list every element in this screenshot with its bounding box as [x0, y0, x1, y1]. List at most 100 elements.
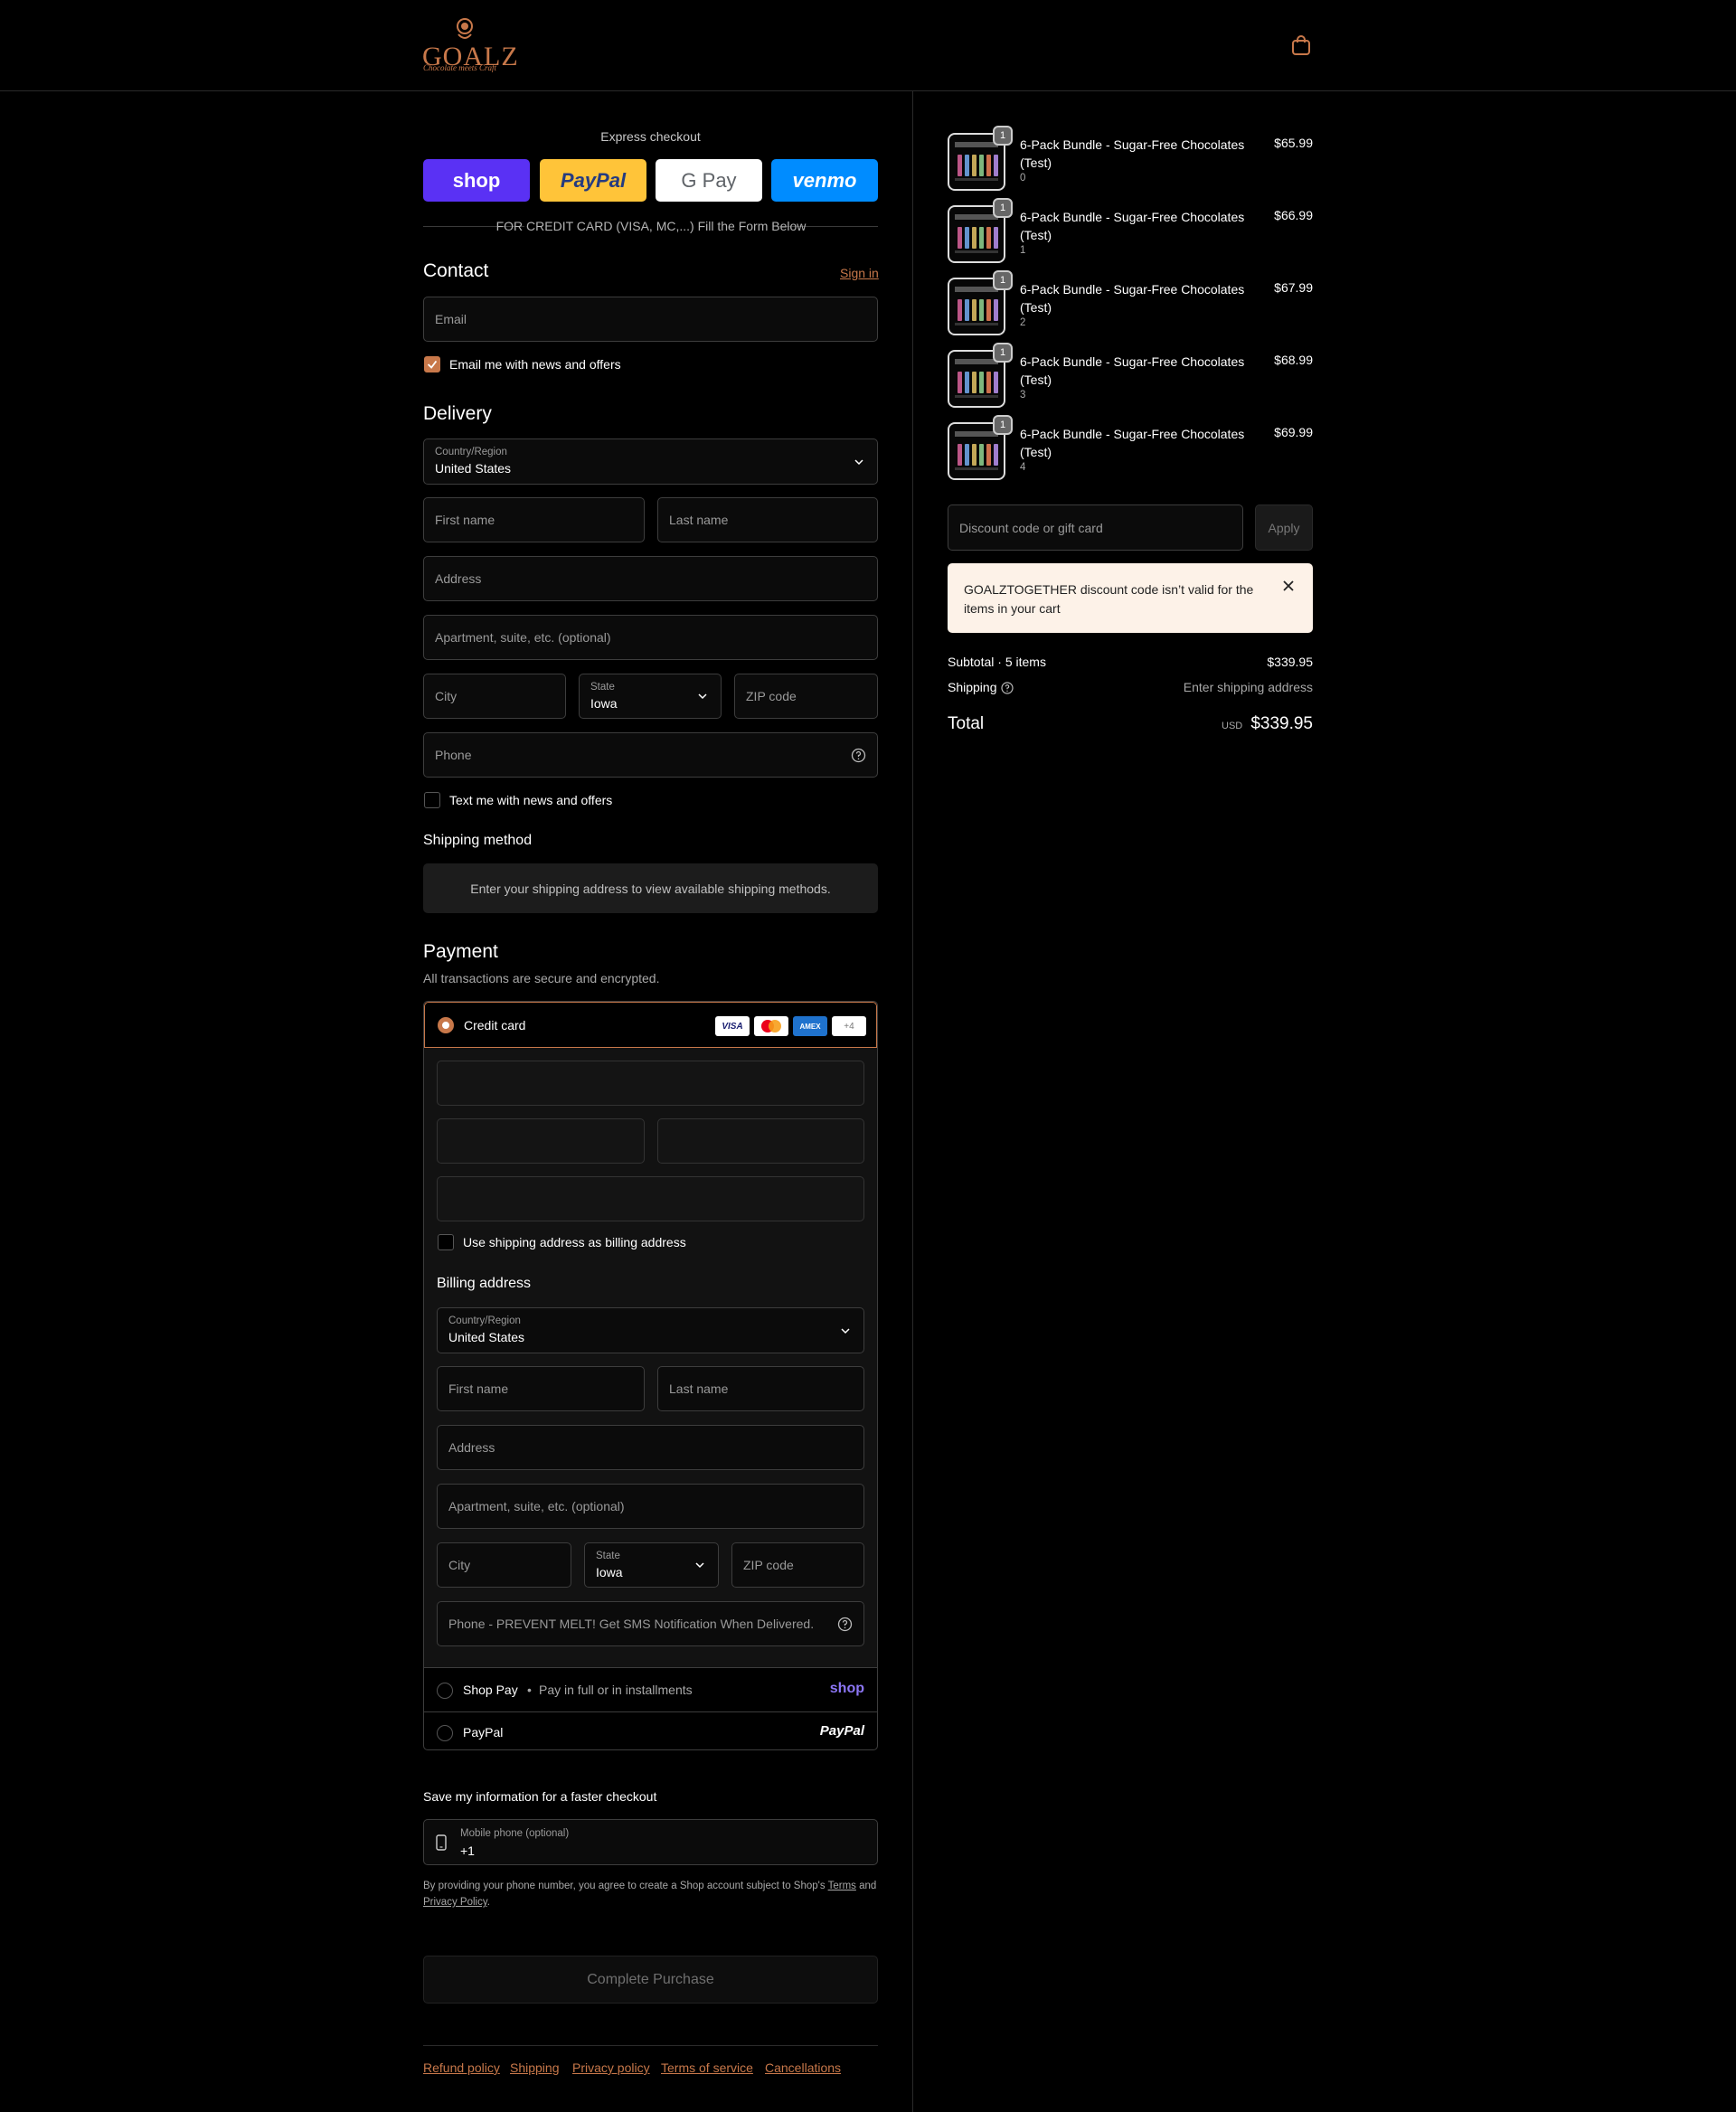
- terms-link[interactable]: Terms: [828, 1881, 856, 1891]
- email-field[interactable]: Email: [423, 297, 878, 342]
- sign-in-link[interactable]: Sign in: [840, 266, 879, 280]
- country-value: United States: [435, 461, 512, 476]
- item-price: $65.99: [1274, 136, 1313, 150]
- chevron-down-icon: [698, 693, 707, 700]
- billing-city-placeholder: City: [448, 1558, 471, 1572]
- billing-first-name-field[interactable]: First name: [437, 1366, 645, 1411]
- mobile-phone-label: Mobile phone (optional): [460, 1828, 570, 1839]
- subtotal-label: Subtotal · 5 items: [948, 655, 1046, 669]
- billing-zip-field[interactable]: ZIP code: [731, 1542, 864, 1588]
- item-name: 6-Pack Bundle - Sugar-Free Chocolates (T…: [1020, 282, 1245, 315]
- help-circle-icon[interactable]: [851, 748, 866, 763]
- credit-card-radio[interactable]: [438, 1017, 454, 1033]
- checkmark-icon: [427, 360, 438, 369]
- shop-pay-logo: shop: [452, 168, 501, 192]
- discount-error-text: GOALZTOGETHER discount code isn’t valid …: [964, 582, 1254, 616]
- billing-phone-placeholder: Phone - PREVENT MELT! Get SMS Notificati…: [448, 1617, 815, 1631]
- more-cards-badge: +4: [832, 1016, 866, 1036]
- quantity-badge: 1: [993, 415, 1013, 435]
- apartment-field[interactable]: Apartment, suite, etc. (optional): [423, 615, 878, 660]
- item-variant: 3: [1020, 390, 1026, 401]
- cart-item: 1 6-Pack Bundle - Sugar-Free Chocolates …: [948, 270, 1313, 341]
- shop-pay-express-button[interactable]: shop: [423, 159, 530, 202]
- mobile-phone-icon: [436, 1834, 447, 1851]
- logo-tagline: Chocolate meets Craft: [423, 63, 496, 72]
- help-circle-icon[interactable]: [1001, 682, 1014, 694]
- quantity-badge: 1: [993, 270, 1013, 290]
- shop-pay-radio[interactable]: [437, 1683, 453, 1699]
- state-value: Iowa: [590, 696, 618, 711]
- card-number-field[interactable]: [437, 1061, 864, 1106]
- text-news-checkbox[interactable]: [424, 792, 440, 808]
- cart-item: 1 6-Pack Bundle - Sugar-Free Chocolates …: [948, 415, 1313, 486]
- google-pay-express-button[interactable]: G Pay: [656, 159, 762, 202]
- billing-country-select[interactable]: Country/Region United States: [437, 1307, 864, 1353]
- billing-address-placeholder: Address: [448, 1440, 495, 1455]
- mastercard-logo: [761, 1020, 781, 1032]
- billing-phone-field[interactable]: Phone - PREVENT MELT! Get SMS Notificati…: [437, 1601, 864, 1646]
- chevron-down-icon: [854, 458, 863, 465]
- card-expiry-field[interactable]: [437, 1118, 645, 1164]
- billing-city-field[interactable]: City: [437, 1542, 571, 1588]
- shopping-bag-icon[interactable]: [1291, 34, 1311, 56]
- privacy-policy-link[interactable]: Privacy Policy: [423, 1897, 487, 1908]
- email-news-label: Email me with news and offers: [449, 357, 621, 372]
- billing-state-select[interactable]: State Iowa: [584, 1542, 719, 1588]
- use-shipping-checkbox[interactable]: [438, 1234, 454, 1250]
- shipping-policy-link[interactable]: Shipping: [510, 2060, 560, 2075]
- quantity-badge: 1: [993, 198, 1013, 218]
- subtotal-value: $339.95: [1267, 655, 1313, 669]
- terms-of-service-link[interactable]: Terms of service: [661, 2060, 753, 2075]
- credit-card-option[interactable]: Credit card VISA AMEX +4: [424, 1002, 877, 1048]
- state-select[interactable]: State Iowa: [579, 674, 722, 719]
- first-name-placeholder: First name: [435, 513, 495, 527]
- billing-country-label: Country/Region: [448, 1315, 521, 1326]
- last-name-field[interactable]: Last name: [657, 497, 878, 542]
- city-field[interactable]: City: [423, 674, 566, 719]
- billing-last-name-placeholder: Last name: [669, 1381, 729, 1396]
- address-field[interactable]: Address: [423, 556, 878, 601]
- email-news-checkbox[interactable]: [424, 356, 440, 372]
- paypal-option[interactable]: PayPal PayPal: [424, 1712, 877, 1749]
- card-cvv-field[interactable]: [657, 1118, 864, 1164]
- country-select[interactable]: Country/Region United States: [423, 438, 878, 485]
- column-divider: [912, 91, 913, 2112]
- item-name: 6-Pack Bundle - Sugar-Free Chocolates (T…: [1020, 427, 1245, 459]
- payment-methods: Credit card VISA AMEX +4 Use shipping ad…: [423, 1001, 878, 1750]
- billing-last-name-field[interactable]: Last name: [657, 1366, 864, 1411]
- bullet-separator: •: [527, 1683, 532, 1697]
- email-placeholder: Email: [435, 312, 467, 326]
- cancellations-link[interactable]: Cancellations: [765, 2060, 841, 2075]
- mobile-phone-field[interactable]: Mobile phone (optional) +1: [423, 1819, 878, 1865]
- billing-apartment-field[interactable]: Apartment, suite, etc. (optional): [437, 1484, 864, 1529]
- card-name-field[interactable]: [437, 1176, 864, 1221]
- country-label: Country/Region: [435, 447, 507, 457]
- item-price: $69.99: [1274, 425, 1313, 439]
- zip-field[interactable]: ZIP code: [734, 674, 878, 719]
- discount-placeholder: Discount code or gift card: [959, 520, 1103, 535]
- paypal-express-button[interactable]: PayPal: [540, 159, 646, 202]
- item-name: 6-Pack Bundle - Sugar-Free Chocolates (T…: [1020, 210, 1245, 242]
- first-name-field[interactable]: First name: [423, 497, 645, 542]
- complete-purchase-button[interactable]: Complete Purchase: [423, 1956, 878, 2004]
- help-circle-icon[interactable]: [837, 1617, 853, 1632]
- item-variant: 2: [1020, 317, 1026, 328]
- delivery-heading: Delivery: [423, 403, 492, 424]
- mobile-phone-value: +1: [460, 1843, 475, 1858]
- discount-code-field[interactable]: Discount code or gift card: [948, 504, 1243, 551]
- text-news-label: Text me with news and offers: [449, 793, 613, 807]
- apply-discount-button[interactable]: Apply: [1255, 504, 1313, 551]
- total-label: Total: [948, 714, 985, 733]
- refund-policy-link[interactable]: Refund policy: [423, 2060, 500, 2075]
- brand-logo[interactable]: GOALZ Chocolate meets Craft: [422, 16, 518, 74]
- shipping-value: Enter shipping address: [1183, 680, 1313, 694]
- venmo-express-button[interactable]: venmo: [771, 159, 878, 202]
- paypal-radio[interactable]: [437, 1725, 453, 1741]
- close-icon[interactable]: [1283, 580, 1294, 591]
- shop-pay-option[interactable]: Shop Pay • Pay in full or in installment…: [424, 1668, 877, 1712]
- phone-field[interactable]: Phone: [423, 732, 878, 778]
- billing-address-field[interactable]: Address: [437, 1425, 864, 1470]
- privacy-policy-footer-link[interactable]: Privacy policy: [572, 2060, 650, 2075]
- amex-icon: AMEX: [793, 1016, 827, 1036]
- shop-legal-text: By providing your phone number, you agre…: [423, 1878, 878, 1910]
